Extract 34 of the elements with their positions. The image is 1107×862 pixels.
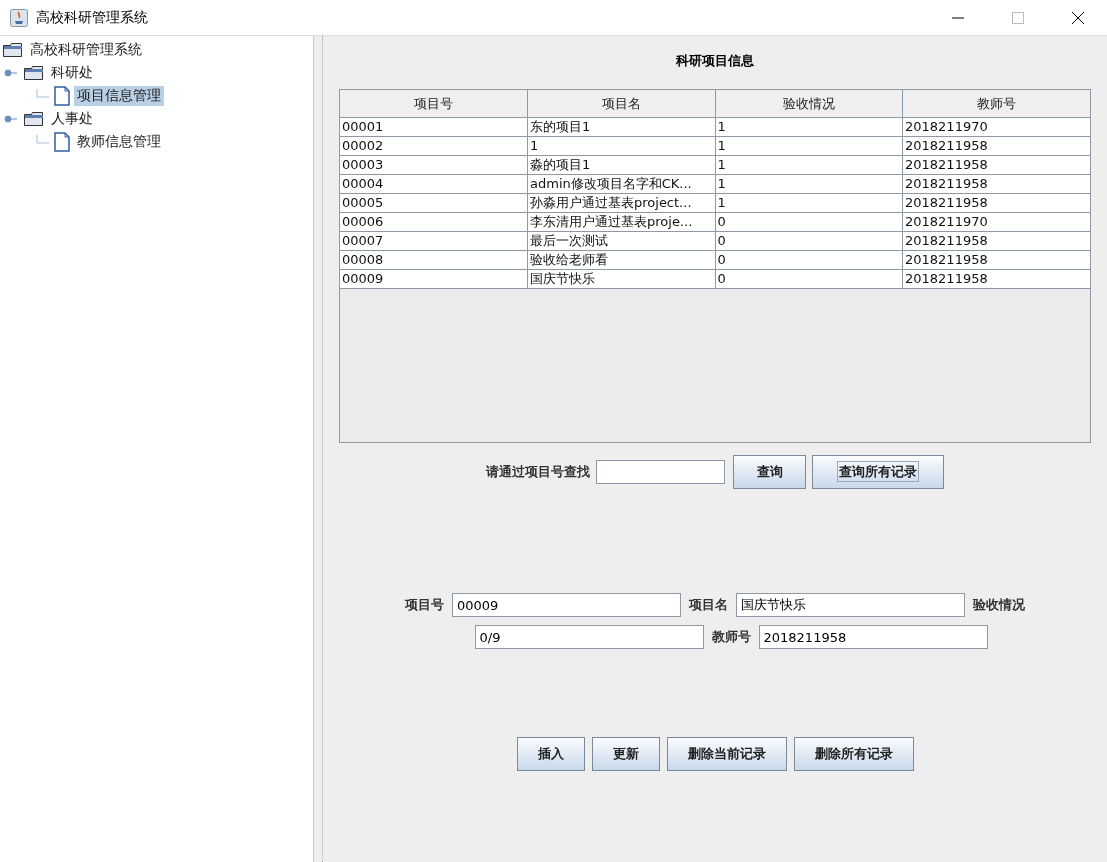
action-button[interactable]: 更新 [591, 737, 660, 771]
tree-item[interactable]: 项目信息管理 [74, 85, 164, 106]
tree-item[interactable]: 人事处 [48, 108, 96, 129]
query-button[interactable]: 查询所有记录 [812, 455, 944, 489]
column-header[interactable]: 教师号 [902, 90, 1090, 118]
column-header[interactable]: 项目号 [340, 90, 528, 118]
field-label: 教师号 [711, 628, 751, 646]
input-field[interactable]: 00009 [452, 593, 681, 617]
tree-item[interactable]: 高校科研管理系统 [27, 39, 145, 60]
folder-icon [24, 111, 44, 126]
action-button[interactable]: 删除当前记录 [666, 737, 787, 771]
action-button[interactable]: 插入 [516, 737, 585, 771]
input-field[interactable]: 0/9 [474, 625, 704, 649]
tree-item[interactable]: 科研处 [48, 62, 96, 83]
field-label: 验收情况 [973, 596, 1025, 614]
window-title: 高校科研管理系统 [36, 8, 148, 27]
search-label: 请通过项目号查找 [486, 463, 590, 481]
input-field[interactable]: 2018211958 [758, 625, 988, 649]
maximize-icon[interactable] [1011, 10, 1025, 25]
document-icon [54, 131, 70, 152]
field-label: 项目名 [689, 596, 728, 614]
field-label: 项目号 [405, 596, 444, 614]
search-field[interactable] [596, 460, 725, 484]
close-icon[interactable] [1071, 10, 1085, 25]
action-button[interactable]: 删除所有记录 [793, 737, 914, 771]
column-header[interactable]: 验收情况 [715, 90, 903, 118]
column-header[interactable]: 项目名 [527, 90, 715, 118]
section-heading: 科研项目信息 [676, 52, 754, 70]
input-field[interactable]: 国庆节快乐 [736, 593, 965, 617]
tree-item[interactable]: 教师信息管理 [74, 131, 164, 152]
app-icon [10, 8, 28, 27]
folder-icon [24, 65, 44, 80]
query-button[interactable]: 查询 [733, 455, 806, 489]
document-icon [54, 85, 70, 106]
